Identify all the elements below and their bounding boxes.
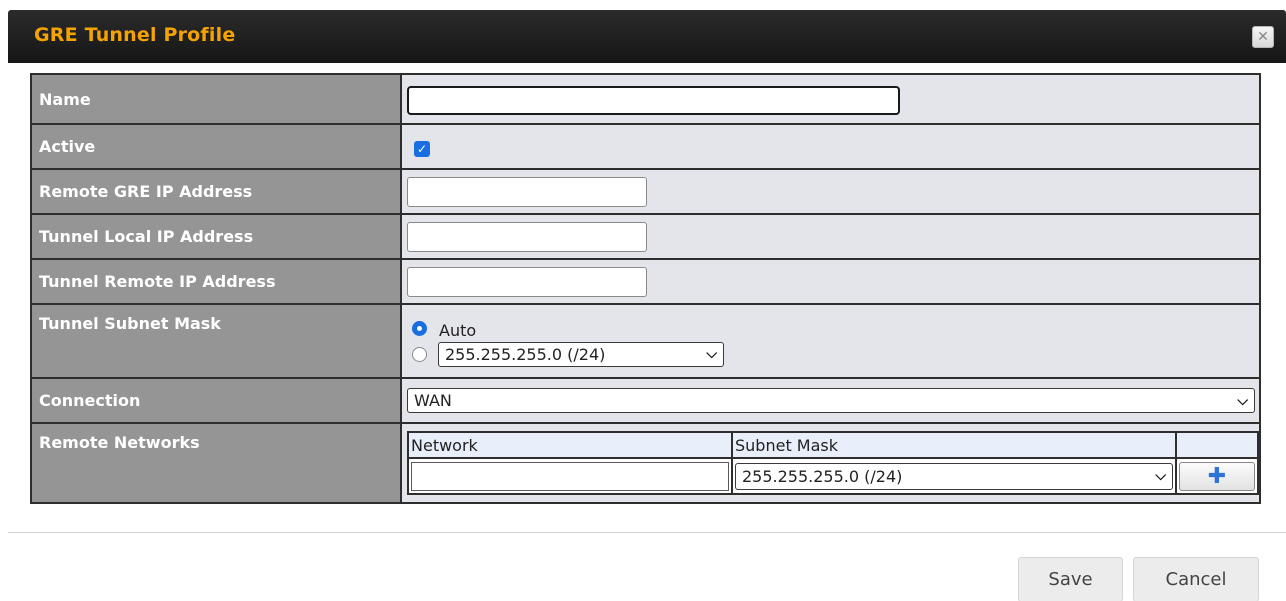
connection-label: Connection	[30, 377, 402, 424]
save-button[interactable]: Save	[1018, 557, 1123, 601]
active-label: Active	[30, 123, 402, 170]
remote-networks-table: Network Subnet Mask 255.255.255.0 (/24) …	[407, 431, 1259, 495]
subnet-auto-radio[interactable]	[412, 320, 427, 336]
tunnel-local-ip-input[interactable]	[407, 221, 647, 252]
remote-subnet-mask-value: 255.255.255.0 (/24)	[742, 466, 903, 486]
cancel-button[interactable]: Cancel	[1133, 557, 1259, 601]
tunnel-remote-ip-label: Tunnel Remote IP Address	[30, 258, 402, 305]
chevron-down-icon: ⌵	[1155, 468, 1166, 484]
tunnel-subnet-mask-label: Tunnel Subnet Mask	[30, 303, 402, 379]
connection-select[interactable]: WAN ⌵	[407, 388, 1255, 413]
tunnel-remote-ip-input[interactable]	[407, 266, 647, 297]
subnet-manual-radio[interactable]	[412, 346, 427, 362]
gre-profile-form: Name Active ✓ Remote GRE IP Address Tunn…	[30, 73, 1261, 504]
remote-gre-ip-input[interactable]	[407, 176, 647, 207]
tunnel-subnet-mask-value: 255.255.255.0 (/24)	[445, 344, 606, 364]
subnet-auto-label: Auto	[439, 320, 477, 340]
plus-icon: ✚	[1207, 463, 1227, 489]
remote-gre-ip-label: Remote GRE IP Address	[30, 168, 402, 215]
footer-divider	[8, 532, 1286, 533]
tunnel-subnet-mask-select[interactable]: 255.255.255.0 (/24) ⌵	[438, 341, 724, 367]
name-label: Name	[30, 73, 402, 125]
subnet-auto-option: Auto	[407, 315, 1259, 341]
add-network-button[interactable]: ✚	[1179, 461, 1255, 491]
name-input[interactable]	[407, 85, 900, 115]
chevron-down-icon: ⌵	[1237, 392, 1248, 409]
remote-network-input[interactable]	[411, 461, 729, 491]
action-column-header	[1175, 431, 1259, 459]
active-checkbox[interactable]: ✓	[414, 140, 430, 157]
dialog-titlebar: GRE Tunnel Profile ✕	[8, 10, 1286, 63]
dialog-title: GRE Tunnel Profile	[34, 24, 236, 46]
network-column-header: Network	[407, 431, 733, 459]
remote-networks-label: Remote Networks	[30, 422, 402, 504]
remote-subnet-mask-select[interactable]: 255.255.255.0 (/24) ⌵	[735, 462, 1173, 490]
close-icon[interactable]: ✕	[1252, 26, 1274, 48]
connection-value: WAN	[414, 391, 452, 410]
tunnel-local-ip-label: Tunnel Local IP Address	[30, 213, 402, 260]
subnet-mask-column-header: Subnet Mask	[731, 431, 1177, 459]
subnet-manual-option: 255.255.255.0 (/24) ⌵	[407, 341, 1259, 367]
chevron-down-icon: ⌵	[706, 346, 717, 362]
